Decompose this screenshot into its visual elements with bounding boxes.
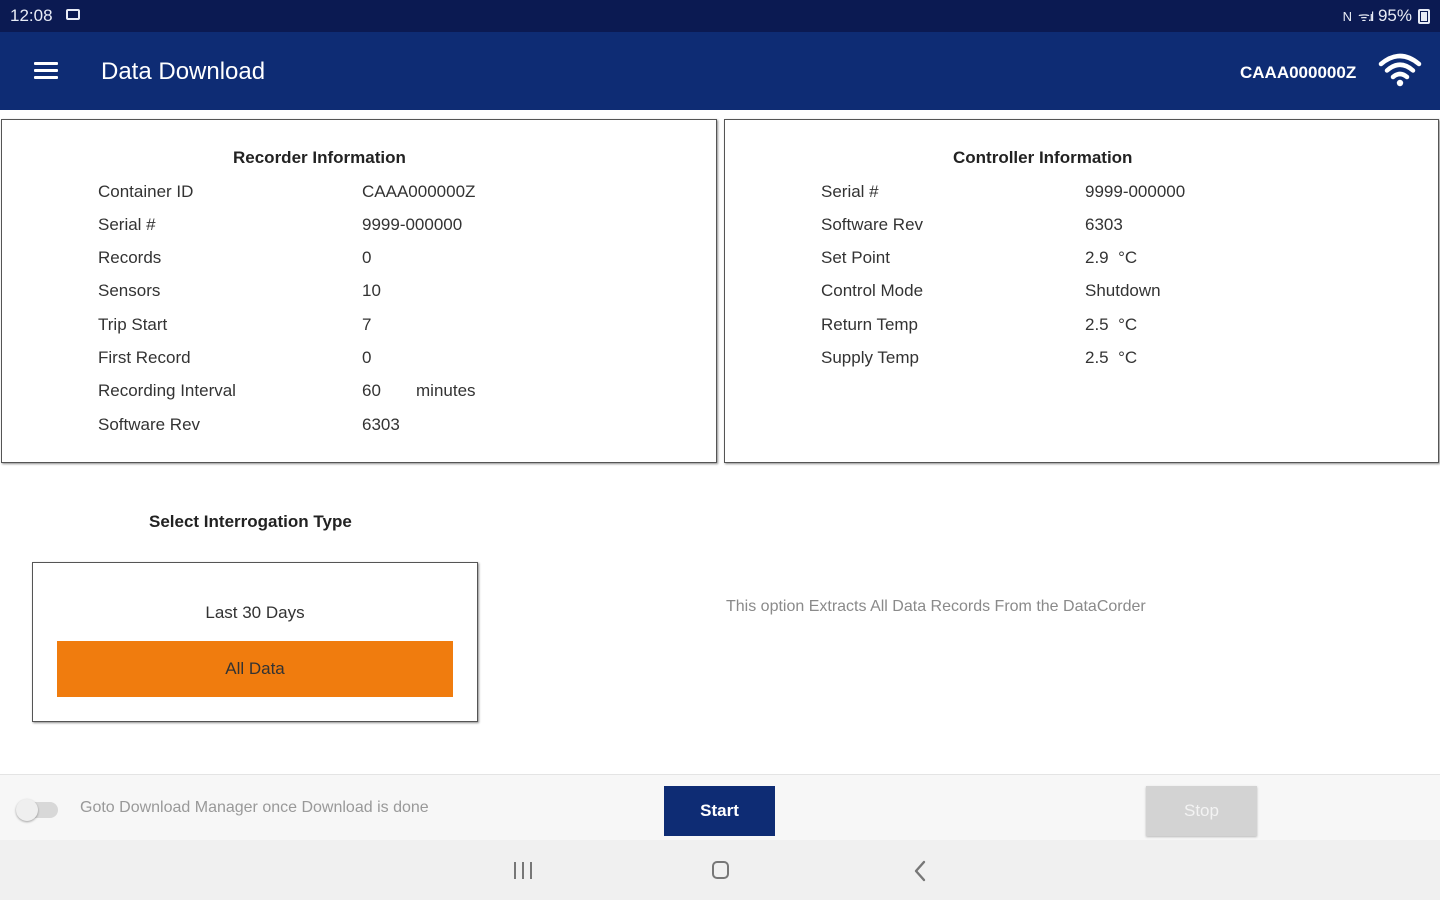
row-value: 2.9 °C bbox=[1085, 248, 1138, 267]
recorder-row: First Record 0 bbox=[98, 348, 698, 370]
row-label: Software Rev bbox=[98, 415, 201, 434]
row-value: 7 bbox=[362, 315, 372, 334]
status-indicators: N ᯤ.ıl 95% bbox=[1343, 6, 1430, 26]
recorder-row: Records 0 bbox=[98, 248, 698, 270]
recorder-row: Software Rev 6303 bbox=[98, 415, 698, 437]
device-id: CAAA000000Z bbox=[1240, 63, 1357, 82]
row-label: First Record bbox=[98, 348, 191, 367]
option-description: This option Extracts All Data Records Fr… bbox=[726, 598, 1146, 615]
row-value: 2.5 °C bbox=[1085, 315, 1138, 334]
interrogation-options: Last 30 Days All Data bbox=[32, 562, 478, 722]
controller-row: Return Temp 2.5 °C bbox=[821, 315, 1421, 337]
controller-row: Set Point 2.9 °C bbox=[821, 248, 1421, 270]
row-value: CAAA000000Z bbox=[362, 182, 476, 201]
row-label: Supply Temp bbox=[821, 348, 919, 367]
row-value: 6303 bbox=[362, 415, 400, 434]
row-value: 0 bbox=[362, 248, 372, 267]
mute-icon: N bbox=[1342, 8, 1352, 24]
row-label: Set Point bbox=[821, 248, 890, 267]
signal-icon: ᯤ.ıl bbox=[1357, 9, 1374, 24]
battery-level: 95% bbox=[1377, 6, 1412, 25]
action-bar: Goto Download Manager once Download is d… bbox=[0, 774, 1440, 841]
controller-row: Supply Temp 2.5 °C bbox=[821, 348, 1421, 370]
status-time: 12:08 bbox=[10, 6, 53, 25]
toggle-label: Goto Download Manager once Download is d… bbox=[80, 799, 429, 816]
back-icon[interactable] bbox=[912, 860, 928, 882]
battery-icon bbox=[1418, 8, 1430, 24]
recorder-info-panel: Recorder Information Container ID CAAA00… bbox=[1, 119, 717, 463]
controller-info-panel: Controller Information Serial # 9999-000… bbox=[724, 119, 1439, 463]
row-label: Recording Interval bbox=[98, 381, 236, 400]
home-icon[interactable] bbox=[712, 861, 729, 879]
row-label: Control Mode bbox=[821, 281, 924, 300]
stop-button[interactable]: Stop bbox=[1146, 786, 1257, 836]
row-value: 9999-000000 bbox=[362, 215, 463, 234]
row-label: Serial # bbox=[821, 182, 879, 201]
controller-row: Software Rev 6303 bbox=[821, 215, 1421, 237]
status-bar: 12:08 N ᯤ.ıl 95% bbox=[0, 0, 1440, 32]
controller-row: Serial # 9999-000000 bbox=[821, 182, 1421, 204]
recorder-row: Recording Interval 60 minutes bbox=[98, 381, 698, 403]
recorder-row: Sensors 10 bbox=[98, 281, 698, 303]
start-button[interactable]: Start bbox=[664, 786, 775, 836]
page-title: Data Download bbox=[101, 58, 266, 85]
row-value: 6303 bbox=[1085, 215, 1123, 234]
recorder-row: Container ID CAAA000000Z bbox=[98, 182, 698, 204]
controller-row: Control Mode Shutdown bbox=[821, 281, 1421, 303]
interrogation-title: Select Interrogation Type bbox=[149, 512, 352, 531]
row-label: Sensors bbox=[98, 281, 161, 300]
menu-icon[interactable] bbox=[34, 62, 58, 80]
row-value: 9999-000000 bbox=[1085, 182, 1186, 201]
wifi-icon[interactable] bbox=[1378, 52, 1422, 88]
system-nav-bar bbox=[0, 840, 1440, 900]
app-bar: Data Download CAAA000000Z bbox=[0, 32, 1440, 110]
option-all-data[interactable]: All Data bbox=[57, 641, 453, 697]
recorder-row: Trip Start 7 bbox=[98, 315, 698, 337]
goto-download-manager-toggle[interactable] bbox=[16, 799, 58, 821]
row-label: Records bbox=[98, 248, 162, 267]
gallery-icon bbox=[66, 9, 80, 20]
row-value: Shutdown bbox=[1085, 281, 1161, 300]
row-label: Serial # bbox=[98, 215, 156, 234]
row-label: Trip Start bbox=[98, 315, 168, 334]
row-value: 10 bbox=[362, 281, 381, 300]
recents-icon[interactable] bbox=[513, 862, 533, 879]
controller-info-title: Controller Information bbox=[953, 148, 1133, 167]
row-label: Return Temp bbox=[821, 315, 919, 334]
toggle-knob bbox=[16, 799, 38, 821]
option-last-30-days[interactable]: Last 30 Days bbox=[33, 603, 477, 623]
row-value: 60 bbox=[362, 381, 381, 400]
row-label: Software Rev bbox=[821, 215, 924, 234]
row-label: Container ID bbox=[98, 182, 194, 201]
row-value: 2.5 °C bbox=[1085, 348, 1138, 367]
row-unit: minutes bbox=[416, 381, 476, 400]
recorder-row: Serial # 9999-000000 bbox=[98, 215, 698, 237]
row-value: 0 bbox=[362, 348, 372, 367]
recorder-info-title: Recorder Information bbox=[233, 148, 406, 167]
